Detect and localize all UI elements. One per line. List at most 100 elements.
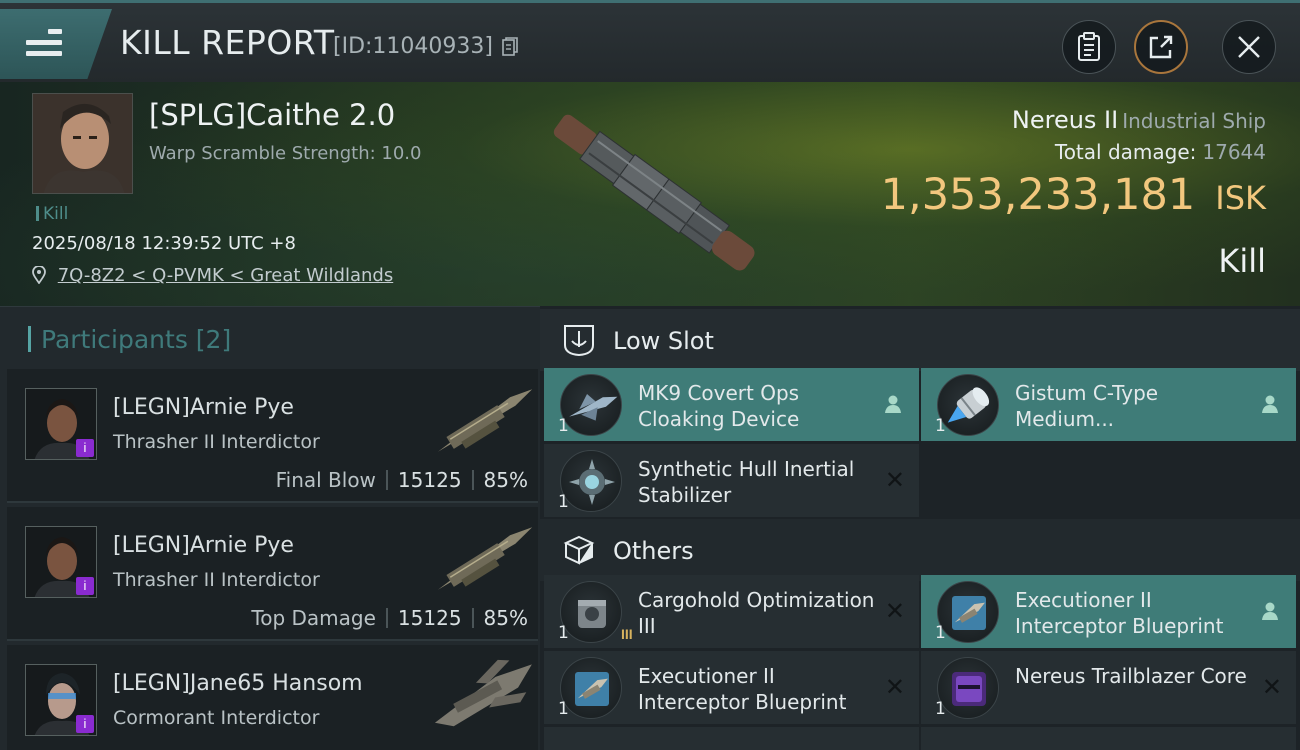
participant-name: [LEGN]Arnie Pye — [113, 395, 294, 420]
rarity-badge: i — [76, 439, 94, 457]
participant-ship-image — [437, 389, 533, 452]
kill-location[interactable]: 7Q-8Z2 < Q-PVMK < Great Wildlands — [32, 265, 393, 286]
menu-button[interactable] — [0, 9, 112, 79]
item-icon: III — [560, 581, 633, 643]
item-icon — [560, 657, 622, 719]
copy-icon[interactable] — [502, 37, 518, 57]
item-icon — [937, 581, 999, 643]
participant-stats: Final Blow 15125 85% — [276, 468, 528, 492]
tier-badge: III — [621, 626, 633, 642]
participant-ship: Thrasher II Interdictor — [113, 431, 320, 453]
item-card[interactable]: 1 Gistum C-Type Medium... — [921, 368, 1296, 441]
section-title: Low Slot — [613, 327, 714, 355]
cube-icon — [563, 535, 595, 565]
item-name: Nereus Trailblazer Core — [1015, 664, 1247, 688]
x-icon: ✕ — [884, 597, 905, 625]
isk-unit: ISK — [1215, 179, 1266, 217]
kill-result: Kill — [1218, 242, 1266, 280]
participant-card[interactable]: i [LEGN]Arnie Pye Thrasher II Interdicto… — [7, 507, 538, 641]
total-damage: Total damage: 17644 — [1055, 140, 1266, 164]
item-icon — [560, 374, 622, 436]
participant-percent: 85% — [483, 468, 528, 492]
rarity-badge: i — [76, 715, 94, 733]
section-others: Others — [540, 519, 1300, 581]
participant-avatar: i — [25, 388, 97, 460]
item-quantity: 1 — [558, 623, 569, 643]
location-link[interactable]: 7Q-8Z2 < Q-PVMK < Great Wildlands — [58, 265, 393, 286]
kill-tag: Kill — [36, 204, 68, 224]
participant-role: Top Damage — [251, 606, 376, 630]
participant-card[interactable]: i [LEGN]Arnie Pye Thrasher II Interdicto… — [7, 369, 538, 503]
item-card[interactable]: III 1 Cargohold Optimization III ✕ — [544, 575, 919, 648]
item-card[interactable]: 1 Nereus Trailblazer Core ✕ — [921, 651, 1296, 724]
x-icon: ✕ — [1261, 673, 1282, 701]
clipboard-icon — [1078, 32, 1100, 61]
hamburger-icon — [26, 29, 62, 62]
section-title: Others — [613, 537, 694, 565]
participant-ship-image — [437, 527, 533, 590]
item-card[interactable]: 1 Executioner II Interceptor Blueprint ✕ — [544, 651, 919, 724]
participants-panel: Participants [2] i [LEGN]Arnie Pye Thras… — [0, 306, 540, 750]
participant-role: Final Blow — [275, 468, 376, 492]
participant-ship-image — [434, 659, 532, 727]
participant-name: [LEGN]Arnie Pye — [113, 533, 294, 558]
share-button[interactable] — [1134, 20, 1188, 74]
item-name: Cargohold Optimization III — [638, 588, 875, 638]
victim-avatar[interactable] — [32, 93, 133, 194]
participant-ship: Cormorant Interdictor — [113, 707, 320, 729]
item-name: Executioner II Interceptor Blueprint — [1015, 588, 1224, 638]
participant-ship: Thrasher II Interdictor — [113, 569, 320, 591]
isk-amount: 1,353,233,181 — [880, 170, 1196, 220]
item-icon — [937, 374, 999, 436]
warp-scramble-strength: Warp Scramble Strength: 10.0 — [149, 143, 422, 164]
participant-name: [LEGN]Jane65 Hansom — [113, 671, 363, 696]
low-slot-icon — [564, 325, 594, 357]
ship-name: Nereus II — [1011, 106, 1119, 134]
item-name: MK9 Covert Ops Cloaking Device — [638, 381, 800, 431]
participants-title: Participants [2] — [28, 325, 231, 354]
map-pin-icon — [32, 265, 46, 285]
total-damage-label: Total damage: — [1054, 140, 1197, 164]
item-card[interactable] — [544, 727, 919, 750]
item-quantity: 1 — [935, 416, 946, 436]
item-card[interactable]: 1 MK9 Covert Ops Cloaking Device — [544, 368, 919, 441]
victim-ship: Nereus II Industrial Ship — [1012, 106, 1266, 134]
item-quantity: 1 — [935, 699, 946, 719]
items-panel: Low Slot 1 MK9 Covert Ops Cloaking Devic… — [540, 306, 1300, 750]
ship-class: Industrial Ship — [1122, 109, 1266, 133]
item-card[interactable]: 1 Executioner II Interceptor Blueprint — [921, 575, 1296, 648]
person-icon — [885, 395, 901, 413]
share-icon — [1149, 35, 1173, 59]
item-card[interactable] — [921, 727, 1296, 750]
item-card[interactable]: 1 Synthetic Hull Inertial Stabilizer ✕ — [544, 444, 919, 517]
kill-datetime: 2025/08/18 12:39:52 UTC +8 — [32, 233, 296, 254]
header-bar: KILL REPORT [ID:11040933] — [0, 0, 1300, 82]
victim-name: [SPLG]Caithe 2.0 — [149, 98, 396, 132]
participant-damage: 15125 — [397, 606, 462, 630]
participant-percent: 85% — [483, 606, 528, 630]
participant-stats: Top Damage 15125 85% — [251, 606, 528, 630]
section-low-slot: Low Slot — [540, 309, 1300, 371]
item-name: Executioner II Interceptor Blueprint — [638, 664, 847, 714]
page-title: KILL REPORT — [120, 23, 335, 62]
person-icon — [1262, 602, 1278, 620]
item-quantity: 1 — [558, 416, 569, 436]
item-quantity: 1 — [935, 623, 946, 643]
item-icon — [937, 657, 999, 719]
close-icon — [1238, 36, 1260, 58]
rarity-badge: i — [76, 577, 94, 595]
item-name: Gistum C-Type Medium... — [1015, 381, 1159, 431]
item-name: Synthetic Hull Inertial Stabilizer — [638, 457, 855, 507]
clipboard-button[interactable] — [1062, 20, 1116, 74]
participant-avatar: i — [25, 664, 97, 736]
participant-avatar: i — [25, 526, 97, 598]
x-icon: ✕ — [884, 673, 905, 701]
total-damage-value: 17644 — [1202, 140, 1266, 164]
close-button[interactable] — [1222, 20, 1276, 74]
person-icon — [1262, 395, 1278, 413]
report-id: [ID:11040933] — [333, 34, 493, 59]
victim-banner: [SPLG]Caithe 2.0 Warp Scramble Strength:… — [0, 82, 1300, 306]
x-icon: ✕ — [884, 466, 905, 494]
item-quantity: 1 — [558, 492, 569, 512]
participant-card[interactable]: i [LEGN]Jane65 Hansom Cormorant Interdic… — [7, 645, 538, 750]
